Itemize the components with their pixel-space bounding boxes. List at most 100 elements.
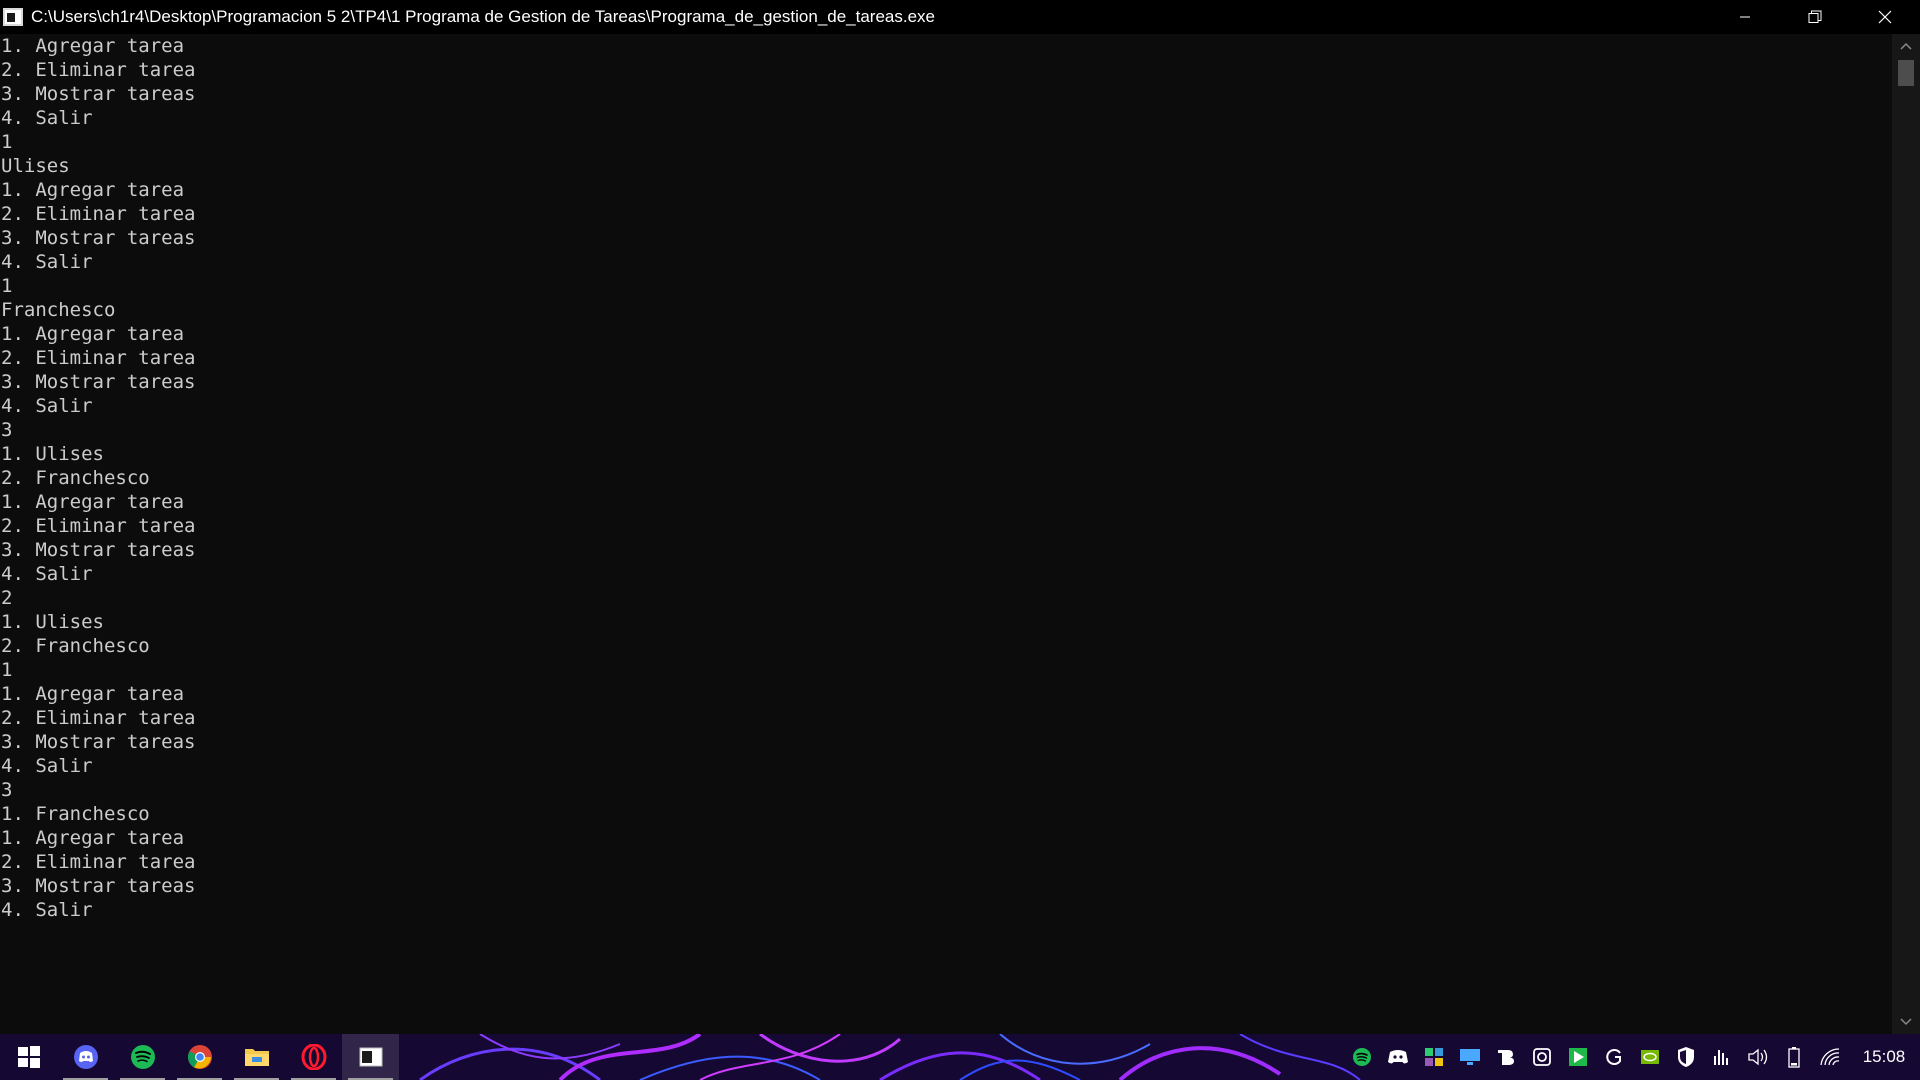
console-line: 2. Franchesco: [1, 467, 150, 489]
windows-start-icon: [17, 1046, 40, 1068]
tray-b-app[interactable]: [1488, 1034, 1524, 1080]
console-line: 1. Ulises: [1, 611, 104, 633]
console-line: 2. Eliminar tarea: [1, 347, 196, 369]
window-title: C:\Users\ch1r4\Desktop\Programacion 5 2\…: [31, 7, 936, 26]
minimize-icon: [1740, 16, 1750, 18]
chevron-up-icon: [1900, 42, 1912, 50]
tray-battery[interactable]: [1776, 1034, 1812, 1080]
console-line: 1. Agregar tarea: [1, 827, 185, 849]
camera-icon: [1533, 1048, 1551, 1066]
console-line: 1: [1, 659, 13, 681]
close-button[interactable]: [1850, 0, 1920, 34]
console-line: 4. Salir: [1, 395, 93, 417]
tray-nvidia[interactable]: [1632, 1034, 1668, 1080]
discord-icon: [73, 1045, 98, 1069]
spotify-icon: [1353, 1048, 1371, 1066]
taskbar-console[interactable]: [342, 1034, 399, 1080]
console-line: 2: [1, 587, 13, 609]
console-line: 4. Salir: [1, 563, 93, 585]
console-line: 2. Eliminar tarea: [1, 59, 196, 81]
console-line: 1. Franchesco: [1, 803, 150, 825]
start-button[interactable]: [0, 1034, 57, 1080]
battery-icon: [1788, 1047, 1800, 1068]
console-line: 3: [1, 779, 13, 801]
tray-g-app[interactable]: [1596, 1034, 1632, 1080]
scroll-up-arrow[interactable]: [1892, 34, 1920, 58]
console-line: 2. Eliminar tarea: [1, 707, 196, 729]
console-line: 2. Eliminar tarea: [1, 203, 196, 225]
console-line: 1: [1, 131, 13, 153]
console-line: 3: [1, 419, 13, 441]
console-line: 1. Agregar tarea: [1, 323, 185, 345]
tray-volume[interactable]: [1740, 1034, 1776, 1080]
console-line: 4. Salir: [1, 755, 93, 777]
discord-icon: [1388, 1050, 1408, 1064]
restore-button[interactable]: [1780, 0, 1850, 34]
shield-icon: [1678, 1047, 1694, 1067]
console-line: 3. Mostrar tareas: [1, 83, 196, 105]
play-icon: [1569, 1048, 1587, 1066]
chevron-down-icon: [1900, 1018, 1912, 1026]
tray-play[interactable]: [1560, 1034, 1596, 1080]
taskbar-discord[interactable]: [57, 1034, 114, 1080]
console-line: 1. Agregar tarea: [1, 179, 185, 201]
equalizer-icon: [1714, 1050, 1728, 1065]
tray-spotify[interactable]: [1344, 1034, 1380, 1080]
taskbar-opera[interactable]: [285, 1034, 342, 1080]
taskbar-apps: [0, 1034, 399, 1080]
console-line: 2. Eliminar tarea: [1, 851, 196, 873]
volume-icon: [1748, 1048, 1768, 1066]
spotify-icon: [130, 1045, 155, 1069]
tray-wifi[interactable]: [1812, 1034, 1848, 1080]
title-bar[interactable]: C:\Users\ch1r4\Desktop\Programacion 5 2\…: [0, 0, 1920, 34]
vertical-scrollbar[interactable]: [1892, 34, 1920, 1034]
tray-discord[interactable]: [1380, 1034, 1416, 1080]
console-line: Franchesco: [1, 299, 116, 321]
console-line: 3. Mostrar tareas: [1, 731, 196, 753]
taskbar-chrome[interactable]: [171, 1034, 228, 1080]
console-line: 1. Ulises: [1, 443, 104, 465]
taskbar: 15:08: [0, 1034, 1920, 1080]
console-app-icon[interactable]: [3, 8, 23, 26]
minimize-button[interactable]: [1710, 0, 1780, 34]
console-line: 2. Franchesco: [1, 635, 150, 657]
console-line: 3. Mostrar tareas: [1, 875, 196, 897]
console-line: Ulises: [1, 155, 70, 177]
file-explorer-icon: [244, 1049, 269, 1066]
console-line: 1. Agregar tarea: [1, 35, 185, 57]
console-output[interactable]: 1. Agregar tarea 2. Eliminar tarea 3. Most…: [0, 34, 1892, 1034]
console-line: 1: [1, 275, 13, 297]
b-icon: [1498, 1050, 1514, 1065]
app-grid-icon: [1425, 1048, 1443, 1066]
console-line: 1. Agregar tarea: [1, 491, 185, 513]
console-line: 1. Agregar tarea: [1, 683, 185, 705]
terminal-icon: [359, 1047, 382, 1067]
chrome-icon: [187, 1045, 212, 1069]
scrollbar-thumb[interactable]: [1898, 60, 1914, 86]
scroll-down-arrow[interactable]: [1892, 1010, 1920, 1034]
console-line: 3. Mostrar tareas: [1, 539, 196, 561]
wifi-icon: [1820, 1048, 1840, 1066]
g-icon: [1606, 1049, 1621, 1065]
tray-app-grid[interactable]: [1416, 1034, 1452, 1080]
nvidia-icon: [1641, 1050, 1659, 1064]
console-line: 3. Mostrar tareas: [1, 227, 196, 249]
tray-camera[interactable]: [1524, 1034, 1560, 1080]
tray-security[interactable]: [1668, 1034, 1704, 1080]
restore-icon: [1808, 10, 1822, 23]
window-controls: [1710, 0, 1920, 34]
tray-equalizer[interactable]: [1704, 1034, 1740, 1080]
taskbar-clock[interactable]: 15:08: [1848, 1047, 1920, 1067]
monitor-icon: [1460, 1049, 1480, 1065]
taskbar-file-explorer[interactable]: [228, 1034, 285, 1080]
taskbar-spotify[interactable]: [114, 1034, 171, 1080]
opera-icon: [301, 1044, 326, 1070]
console-line: 4. Salir: [1, 251, 93, 273]
console-line: 4. Salir: [1, 107, 93, 129]
console-window: C:\Users\ch1r4\Desktop\Programacion 5 2\…: [0, 0, 1920, 1034]
system-tray: 15:08: [1344, 1034, 1920, 1080]
console-line: 3. Mostrar tareas: [1, 371, 196, 393]
close-icon: [1878, 10, 1892, 24]
tray-monitor[interactable]: [1452, 1034, 1488, 1080]
console-line: 4. Salir: [1, 899, 93, 921]
